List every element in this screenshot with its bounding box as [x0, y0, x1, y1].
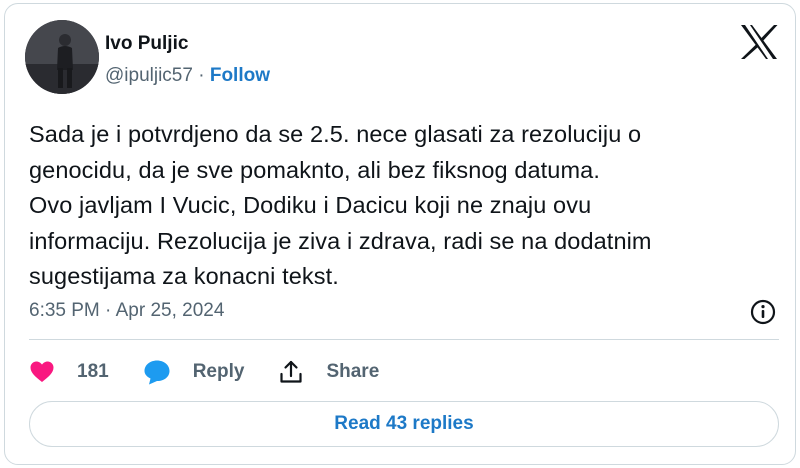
author-handle-row: @ipuljic57 · Follow [105, 65, 270, 87]
divider [29, 339, 779, 340]
reply-label: Reply [192, 361, 245, 382]
action-bar: 181 Reply Share [29, 358, 413, 386]
read-replies-button[interactable]: Read 43 replies [29, 401, 779, 447]
avatar[interactable] [25, 20, 99, 94]
x-logo-icon[interactable] [738, 23, 780, 61]
like-button[interactable]: 181 [29, 360, 109, 384]
tweet-text-line: Ovo javljam I Vucic, Dodiku i Dacicu koj… [29, 192, 592, 218]
share-label: Share [326, 361, 380, 382]
reply-button[interactable]: Reply [143, 359, 245, 385]
tweet-text-line: sugestijama za konacni tekst. [29, 263, 339, 289]
tweet-embed-card: Ivo Puljic @ipuljic57 · Follow Sada je i… [4, 3, 796, 465]
speech-bubble-icon [144, 360, 170, 385]
author-name[interactable]: Ivo Puljic [105, 33, 188, 55]
author-handle[interactable]: @ipuljic57 [105, 65, 193, 86]
tweet-text-line: genocidu, da je sve pomaknto, ali bez fi… [29, 156, 600, 183]
tweet-timestamp[interactable]: 6:35 PM · Apr 25, 2024 [29, 300, 224, 322]
separator-dot: · [198, 65, 205, 86]
share-button[interactable]: Share [278, 359, 379, 385]
follow-button[interactable]: Follow [210, 65, 270, 86]
share-upload-icon [280, 360, 303, 383]
tweet-text-line: informaciju. Rezolucija je ziva i zdrava… [29, 227, 652, 254]
like-count: 181 [77, 361, 109, 382]
tweet-text-line: Sada je i potvrdjeno da se 2.5. nece gla… [29, 121, 642, 147]
tweet-text: Sada je i potvrdjeno da se 2.5. nece gla… [29, 117, 789, 295]
info-icon[interactable] [749, 298, 777, 326]
heart-icon [30, 361, 54, 382]
